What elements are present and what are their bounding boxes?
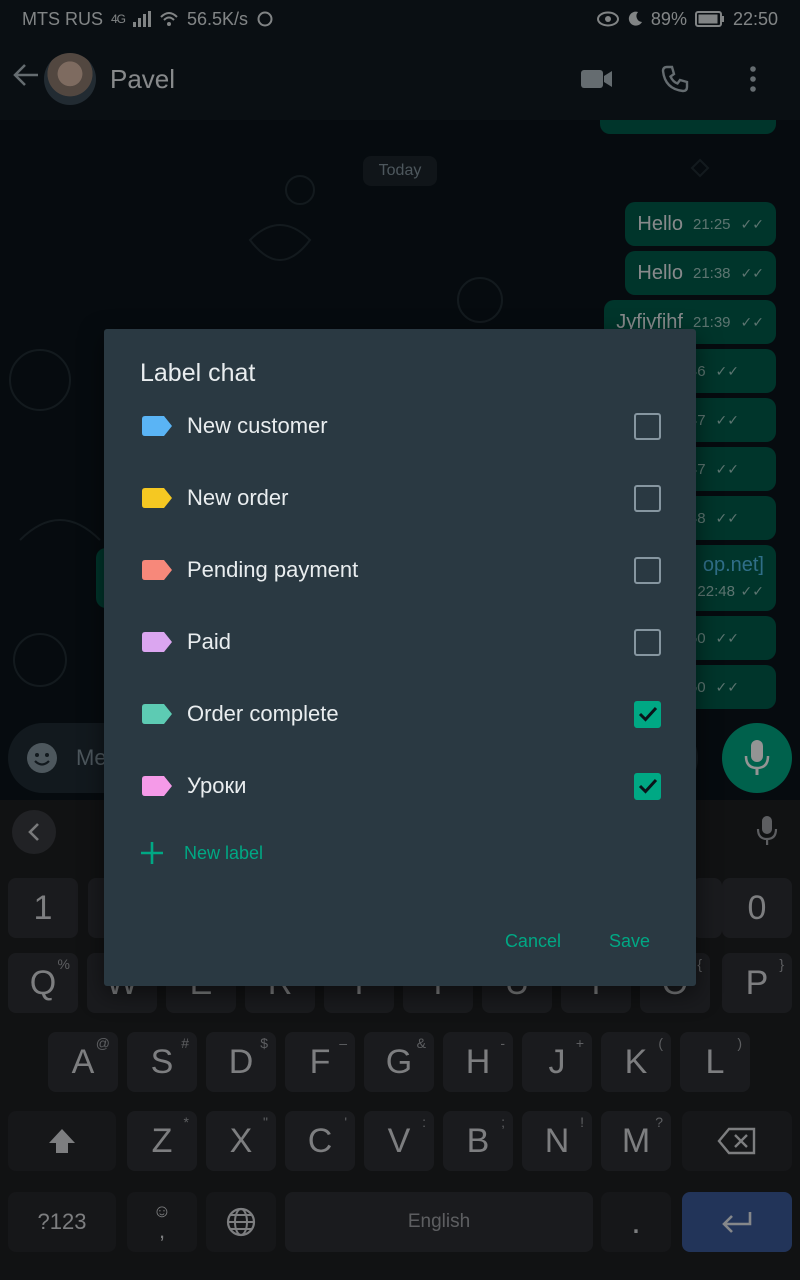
label-row-paid[interactable]: Paid [104,606,696,678]
label-row-uroki[interactable]: Уроки [104,750,696,822]
save-button[interactable]: Save [609,931,650,952]
label-name: New customer [187,413,328,438]
label-row-new-order[interactable]: New order [104,462,696,534]
label-name: Paid [187,629,232,654]
plus-icon [141,842,163,864]
label-checkbox[interactable] [634,628,661,656]
label-tag-icon [142,488,172,508]
label-checkbox[interactable] [634,556,661,584]
label-tag-icon [142,560,172,580]
new-label-text: New label [184,842,264,863]
checkmark-icon [638,706,657,722]
label-tag-icon [142,704,172,724]
label-name: New order [187,485,289,510]
cancel-button[interactable]: Cancel [505,931,561,952]
label-checkbox[interactable] [634,772,661,800]
label-checkbox[interactable] [634,484,661,512]
label-tag-icon [142,416,172,436]
label-row-pending-payment[interactable]: Pending payment [104,534,696,606]
dialog-title: Label chat [140,359,256,387]
label-tag-icon [142,632,172,652]
label-chat-dialog: Label chat New customer New order Pendin… [104,329,696,986]
label-name: Уроки [187,773,247,798]
label-row-new-customer[interactable]: New customer [104,390,696,462]
label-tag-icon [142,776,172,796]
checkmark-icon [638,778,657,794]
label-name: Order complete [187,701,339,726]
label-name: Pending payment [187,557,359,582]
label-row-order-complete[interactable]: Order complete [104,678,696,750]
new-label-button[interactable]: New label [140,841,263,865]
label-checkbox[interactable] [634,412,661,440]
label-checkbox[interactable] [634,700,661,728]
